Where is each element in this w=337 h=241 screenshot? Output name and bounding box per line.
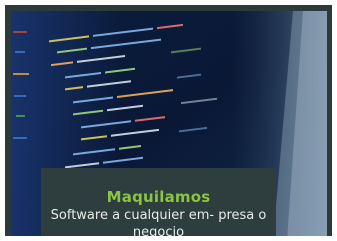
caption-box: Maquilamos Software a cualquier em- pres… <box>41 168 276 236</box>
feature-card[interactable]: Maquilamos Software a cualquier em- pres… <box>5 5 332 236</box>
card-title: Maquilamos <box>106 188 211 206</box>
card-description: Software a cualquier em- presa o negocio <box>50 208 267 236</box>
